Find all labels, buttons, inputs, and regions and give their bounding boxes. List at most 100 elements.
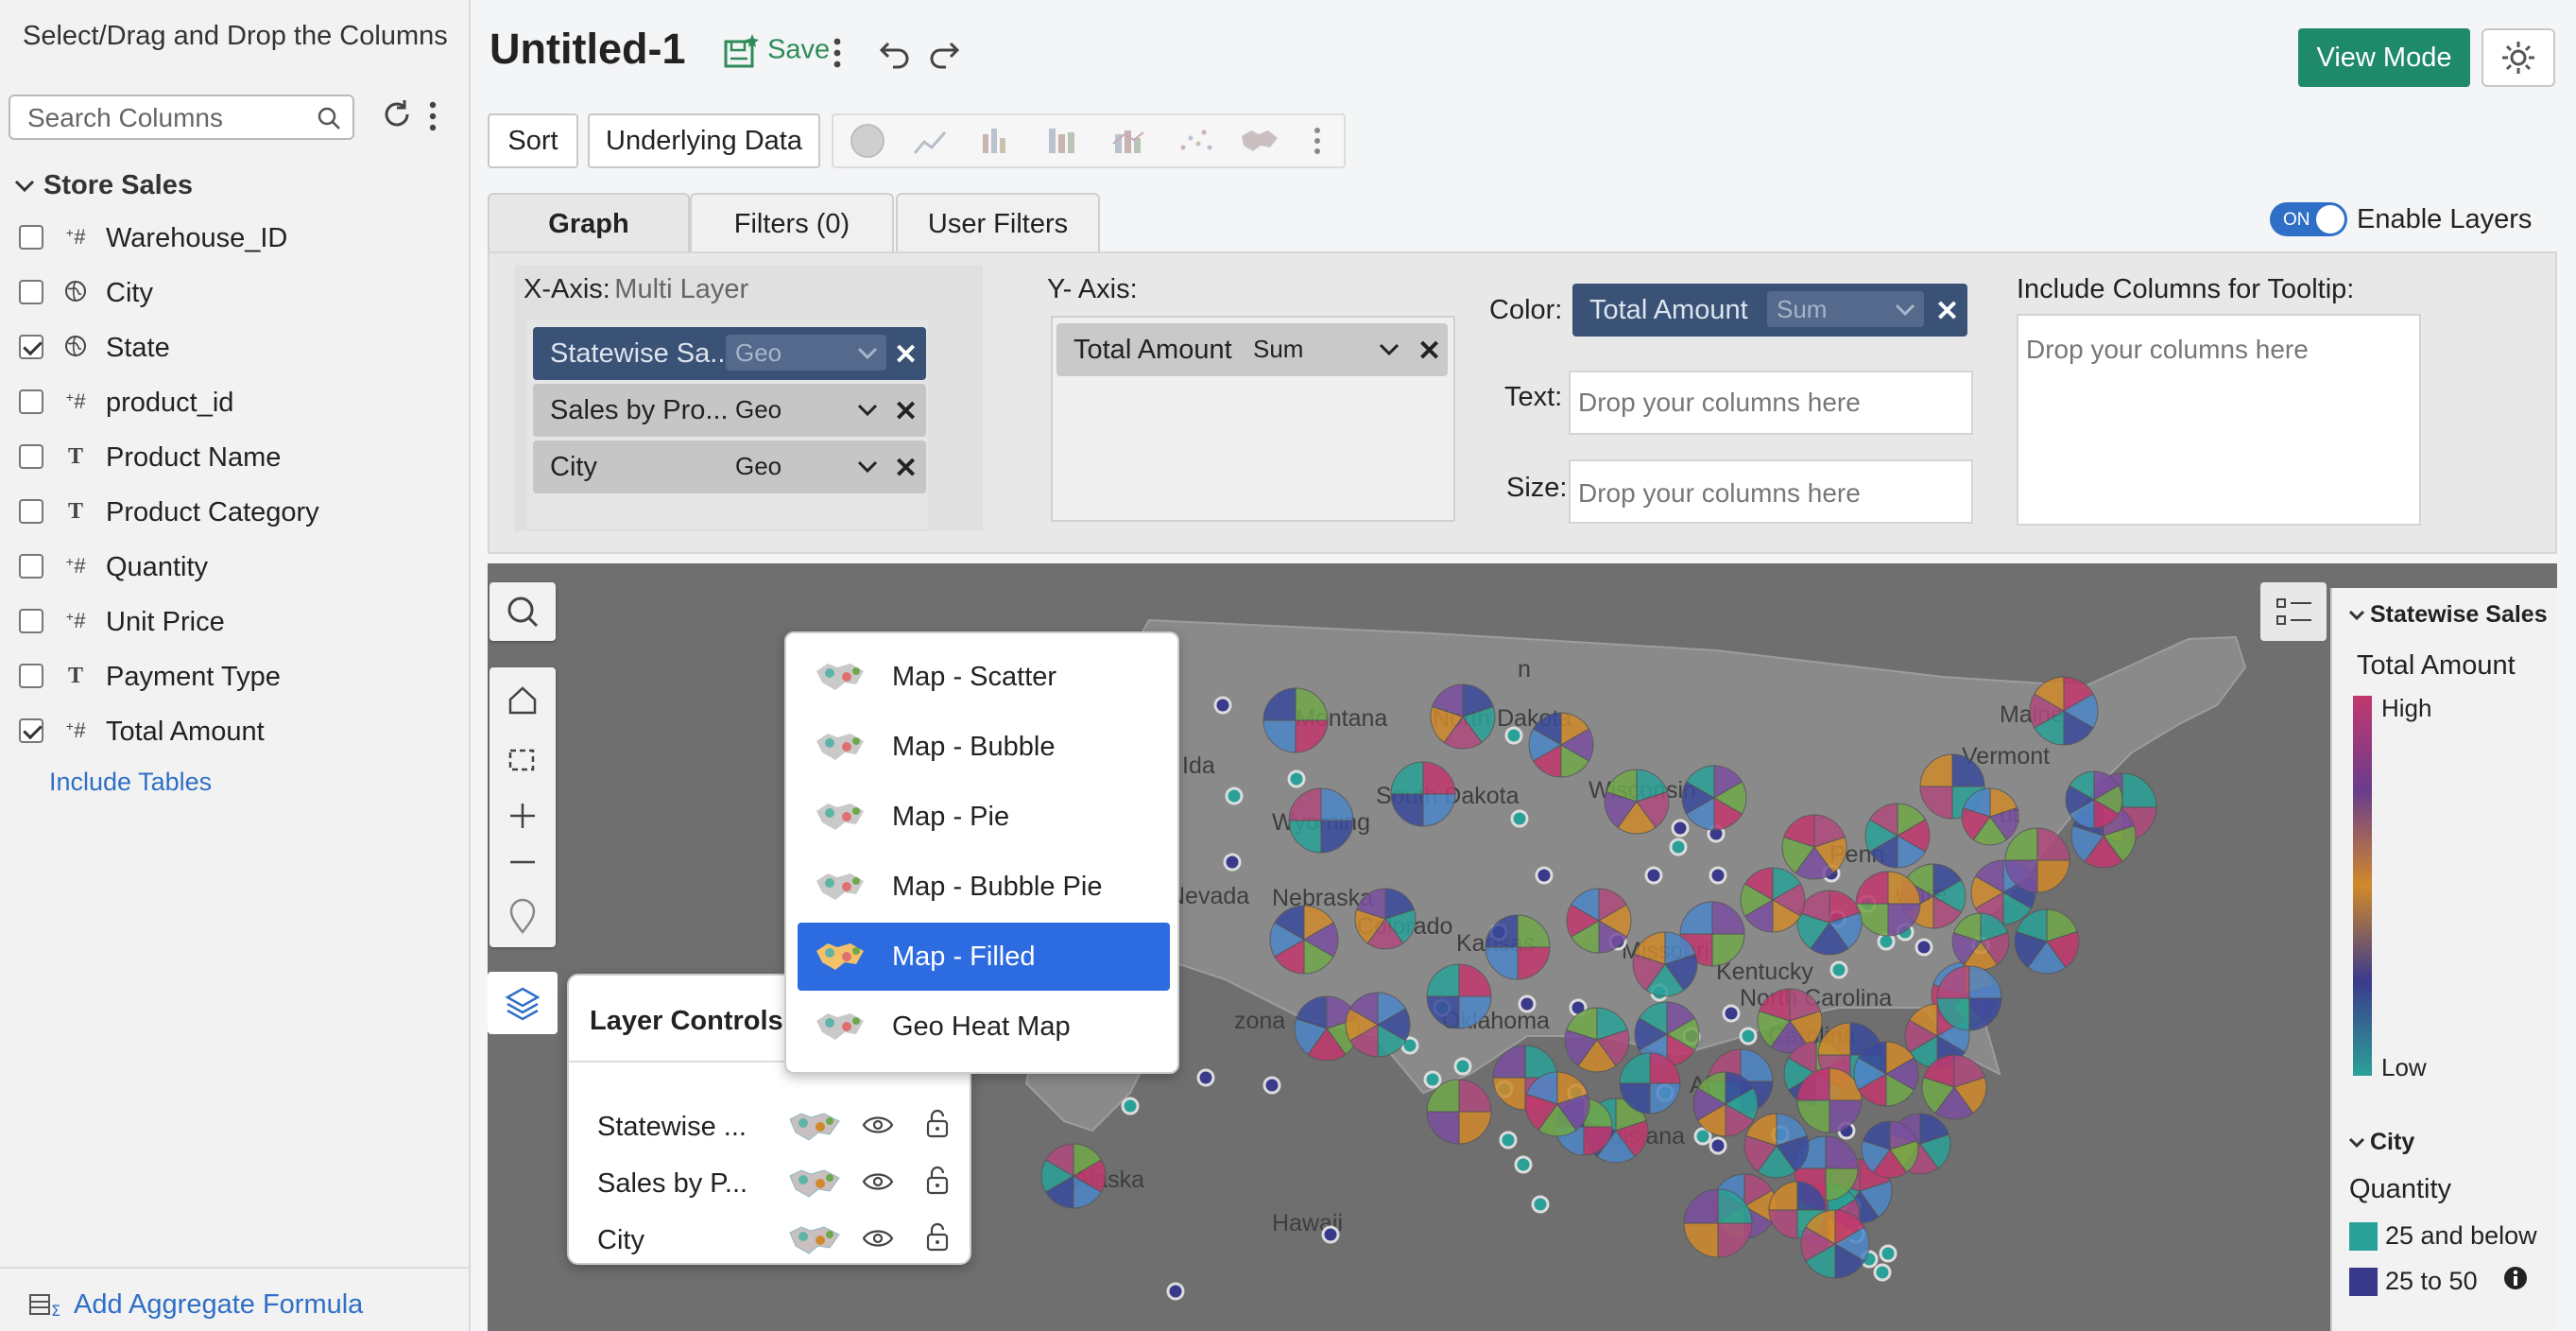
pie-marker[interactable] <box>1485 914 1551 980</box>
line-chart-icon[interactable] <box>913 131 947 154</box>
city-marker[interactable] <box>1722 1004 1741 1023</box>
layers-button[interactable] <box>488 972 558 1034</box>
layer-chart-type-icon[interactable] <box>786 1223 843 1255</box>
column-item[interactable]: +# Warehouse_ID <box>19 217 435 259</box>
home-icon[interactable] <box>508 686 537 715</box>
city-marker[interactable] <box>1213 696 1232 715</box>
x-axis-pill[interactable]: City Geo ✕ <box>533 441 926 493</box>
chart-type-option[interactable]: Map - Pie <box>798 783 1170 851</box>
column-checkbox[interactable] <box>19 718 43 743</box>
pie-marker[interactable] <box>2029 676 2099 746</box>
redo-icon[interactable] <box>926 38 960 75</box>
underlying-data-button[interactable]: Underlying Data <box>588 113 820 168</box>
remove-icon[interactable]: ✕ <box>894 395 918 428</box>
pie-marker[interactable] <box>1681 765 1747 831</box>
city-marker[interactable] <box>1423 1070 1442 1089</box>
remove-icon[interactable]: ✕ <box>1417 335 1441 368</box>
combo-chart-icon[interactable] <box>1112 130 1144 153</box>
city-marker[interactable] <box>1514 1155 1533 1174</box>
layer-chart-type-icon[interactable] <box>786 1110 843 1142</box>
city-marker[interactable] <box>1709 866 1727 885</box>
column-checkbox[interactable] <box>19 225 43 250</box>
column-checkbox[interactable] <box>19 609 43 633</box>
bar-chart-icon[interactable] <box>983 129 1005 153</box>
aggregate-select[interactable]: Geo <box>726 335 886 371</box>
pie-marker[interactable] <box>2014 908 2080 975</box>
tab-filters[interactable]: Filters (0) <box>690 193 894 253</box>
text-dropzone[interactable]: Drop your columns here <box>1569 371 1973 435</box>
city-marker[interactable] <box>1531 1195 1550 1214</box>
layer-row[interactable]: Statewise ... <box>597 1102 956 1150</box>
save-button[interactable]: Save <box>722 32 830 76</box>
city-marker[interactable] <box>1499 1131 1518 1150</box>
column-checkbox[interactable] <box>19 280 43 304</box>
city-marker[interactable] <box>1873 1263 1892 1282</box>
pie-marker[interactable] <box>1692 1071 1759 1137</box>
tab-user-filters[interactable]: User Filters <box>896 193 1100 253</box>
chart-type-option[interactable]: Geo Heat Map <box>798 993 1170 1061</box>
aggregate-select[interactable]: Geo <box>726 448 886 484</box>
remove-icon[interactable]: ✕ <box>894 452 918 485</box>
city-marker[interactable] <box>1879 1244 1898 1263</box>
add-aggregate-formula-link[interactable]: Add Aggregate Formula <box>74 1289 363 1321</box>
more-charts-icon[interactable] <box>1314 128 1320 154</box>
box-select-icon[interactable] <box>508 749 535 771</box>
pie-marker[interactable] <box>1855 871 1921 937</box>
legend-toggle-button[interactable] <box>2260 582 2327 641</box>
chart-type-option[interactable]: Map - Scatter <box>798 643 1170 711</box>
chart-type-option[interactable]: Map - Bubble <box>798 713 1170 781</box>
aggregate-formula-icon[interactable]: Σ <box>28 1291 62 1324</box>
column-item[interactable]: +# Quantity <box>19 546 435 588</box>
city-marker[interactable] <box>1453 1057 1472 1076</box>
size-dropzone[interactable]: Drop your columns here <box>1569 459 1973 524</box>
pie-marker[interactable] <box>2004 827 2070 893</box>
column-item[interactable]: City <box>19 272 435 314</box>
y-axis-pill[interactable]: Total Amount Sum ✕ <box>1056 323 1448 376</box>
enable-layers-toggle[interactable]: ON <box>2270 202 2347 236</box>
pie-marker[interactable] <box>1269 905 1339 975</box>
city-marker[interactable] <box>1915 938 1933 957</box>
refresh-icon[interactable] <box>380 97 414 136</box>
x-axis-pill[interactable]: Sales by Pro... Geo ✕ <box>533 384 926 437</box>
pie-marker[interactable] <box>1426 1079 1492 1145</box>
city-marker[interactable] <box>1709 1136 1727 1155</box>
column-checkbox[interactable] <box>19 664 43 688</box>
city-marker[interactable] <box>1166 1282 1185 1301</box>
city-marker[interactable] <box>1829 960 1848 979</box>
include-tables-link[interactable]: Include Tables <box>49 768 212 797</box>
pie-marker[interactable] <box>1430 683 1496 750</box>
pie-marker[interactable] <box>1683 1188 1753 1258</box>
layer-chart-type-icon[interactable] <box>786 1167 843 1199</box>
pie-marker[interactable] <box>1921 1054 1987 1120</box>
pie-marker[interactable] <box>1740 867 1806 933</box>
x-axis-pill[interactable]: Statewise Sa... Geo ✕ <box>533 327 926 380</box>
chevron-down-icon[interactable] <box>13 177 36 196</box>
pie-marker[interactable] <box>1936 965 2002 1031</box>
legend-bucket[interactable]: 25 to 50 <box>2349 1267 2478 1296</box>
column-checkbox[interactable] <box>19 499 43 524</box>
eye-icon[interactable] <box>862 1114 894 1136</box>
pie-marker[interactable] <box>1040 1143 1107 1209</box>
unlock-icon[interactable] <box>922 1221 953 1253</box>
city-marker[interactable] <box>1671 819 1690 838</box>
search-columns-input[interactable] <box>27 102 311 134</box>
pie-marker[interactable] <box>1262 687 1329 753</box>
remove-icon[interactable]: ✕ <box>1935 295 1959 328</box>
eye-icon[interactable] <box>862 1170 894 1193</box>
legend-bucket[interactable]: 25 and below <box>2349 1221 2537 1251</box>
city-marker[interactable] <box>1644 866 1663 885</box>
unlock-icon[interactable] <box>922 1108 953 1140</box>
pie-marker[interactable] <box>2065 770 2123 829</box>
column-item[interactable]: T Product Name <box>19 437 435 478</box>
zoom-in-icon[interactable] <box>510 804 535 828</box>
aggregate-select[interactable]: Sum <box>1244 331 1408 367</box>
column-item[interactable]: +# Total Amount <box>19 711 435 752</box>
stacked-bar-icon[interactable] <box>1049 129 1074 153</box>
remove-icon[interactable]: ✕ <box>894 338 918 372</box>
column-checkbox[interactable] <box>19 444 43 469</box>
city-marker[interactable] <box>1223 853 1242 872</box>
eye-icon[interactable] <box>862 1227 894 1250</box>
tooltip-dropzone[interactable]: Drop your columns here <box>2017 314 2421 526</box>
pie-marker[interactable] <box>1743 1113 1810 1179</box>
column-item[interactable]: +# Unit Price <box>19 601 435 643</box>
